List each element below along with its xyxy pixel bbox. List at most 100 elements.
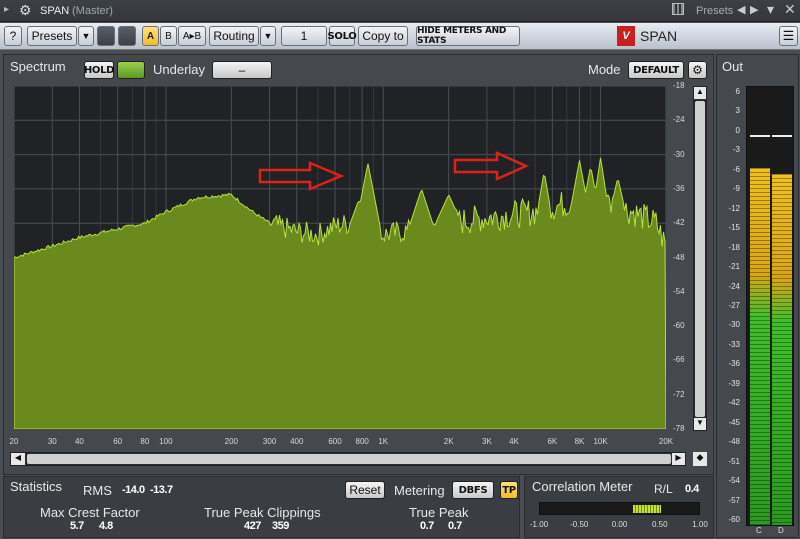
clippings-left-value: 427: [244, 520, 261, 532]
hold-button[interactable]: HOLD: [84, 61, 114, 79]
presets-button[interactable]: Presets: [27, 26, 77, 46]
x-tick-label: 400: [290, 437, 304, 446]
meter-scale-label: 0: [735, 125, 740, 135]
hold-indicator[interactable]: [117, 61, 145, 79]
correlation-scale-label: 0.00: [611, 520, 628, 529]
brand-name: SPAN: [640, 28, 678, 44]
y-tick-label: -66: [673, 355, 685, 365]
presets-title-label[interactable]: Presets: [696, 5, 733, 17]
redo-button[interactable]: [118, 26, 136, 46]
scroll-right-icon[interactable]: ▶: [672, 453, 685, 465]
reset-button[interactable]: Reset: [345, 481, 385, 499]
meter-scale-label: -42: [728, 398, 740, 408]
routing-button[interactable]: Routing: [209, 26, 259, 46]
metering-selector[interactable]: DBFS: [452, 481, 494, 499]
x-tick-label: 100: [159, 437, 173, 446]
meter-scale-label: -27: [728, 301, 740, 310]
correlation-scale-label: 0.50: [651, 520, 668, 529]
presets-dropdown-icon[interactable]: ▼: [78, 26, 94, 46]
y-tick-label: -78: [673, 424, 685, 433]
y-tick-label: -48: [673, 252, 685, 262]
prev-preset-icon[interactable]: ◀: [737, 3, 745, 16]
state-b-button[interactable]: B: [160, 26, 177, 46]
crest-label: Max Crest Factor: [40, 505, 140, 520]
meter-scale-label: -54: [728, 476, 740, 486]
out-meter: [746, 86, 794, 526]
correlation-bar: [539, 502, 700, 515]
close-icon[interactable]: ✕: [784, 1, 796, 18]
x-tick-label: 60: [113, 437, 123, 446]
meter-scale-label: -6: [732, 164, 740, 174]
meter-scale-label: -33: [728, 339, 740, 349]
settings-icon[interactable]: ⚙: [688, 61, 707, 79]
x-tick-label: 2K: [443, 437, 454, 446]
clippings-right-value: 359: [272, 520, 289, 532]
underlay-selector[interactable]: –: [212, 61, 272, 79]
meter-scale-label: -51: [728, 456, 740, 466]
y-tick-label: -60: [673, 321, 685, 331]
mode-selector[interactable]: DEFAULT: [628, 61, 684, 79]
routing-dropdown-icon[interactable]: ▼: [260, 26, 276, 46]
title-bar: ▸ ⚙ SPAN (Master) Presets ◀ ▶ ▾ ✕: [0, 0, 800, 22]
meter-scale-label: -57: [728, 495, 740, 505]
scroll-down-icon[interactable]: ▼: [694, 418, 706, 430]
x-tick-label: 800: [355, 437, 369, 446]
clippings-label: True Peak Clippings: [204, 505, 321, 520]
true-peak-left-value: 0.7: [420, 520, 434, 532]
statistics-title: Statistics: [10, 479, 63, 494]
next-preset-icon[interactable]: ▶: [750, 3, 758, 16]
hscroll-thumb[interactable]: [27, 454, 671, 464]
minimize-icon[interactable]: ▾: [767, 1, 774, 18]
true-peak-right-value: 0.7: [448, 520, 462, 532]
vertical-scrollbar[interactable]: ▲ ▼: [693, 86, 707, 431]
true-peak-toggle[interactable]: TP: [500, 481, 518, 499]
true-peak-label: True Peak: [409, 505, 469, 520]
scroll-left-icon[interactable]: ◀: [11, 453, 25, 465]
scroll-up-icon[interactable]: ▲: [694, 87, 706, 99]
state-a-button[interactable]: A: [142, 26, 159, 46]
help-button[interactable]: ?: [4, 26, 22, 46]
grid-icon[interactable]: [672, 3, 684, 15]
meter-scale-label: -15: [728, 223, 740, 233]
x-tick-label: 20K: [658, 437, 674, 446]
copy-to-button[interactable]: Copy to: [358, 26, 408, 46]
meter-scale-label: -3: [732, 145, 740, 155]
correlation-indicator: [632, 505, 661, 513]
rms-left-value: -14.0: [122, 484, 145, 496]
correlation-scale-label: -1.00: [529, 520, 549, 529]
meter-scale-label: -60: [728, 515, 740, 524]
x-tick-label: 20: [9, 437, 19, 446]
spectrum-graph[interactable]: [14, 86, 666, 429]
peak-marker-right: [772, 135, 792, 138]
y-tick-label: -30: [673, 149, 685, 159]
meter-scale-label: -24: [728, 281, 740, 291]
meter-scale-label: -36: [728, 359, 740, 369]
meter-scale-label: -30: [728, 320, 740, 330]
meter-scale-label: -12: [728, 203, 740, 213]
horizontal-scrollbar[interactable]: ◀ ▶: [10, 452, 686, 466]
undo-button[interactable]: [97, 26, 115, 46]
channel-label-right: D: [778, 526, 784, 535]
arrow-right-icon[interactable]: ▸: [4, 4, 9, 15]
channel-selector[interactable]: 1: [281, 26, 327, 46]
x-tick-label: 4K: [509, 437, 519, 446]
rl-label: R/L: [654, 482, 673, 496]
x-tick-label: 8K: [574, 437, 585, 446]
meter-scale-label: -9: [732, 184, 740, 194]
scroll-thumb[interactable]: [695, 101, 705, 417]
x-tick-label: 10K: [593, 437, 608, 446]
copy-a-to-b-button[interactable]: A▸B: [178, 26, 206, 46]
solo-button[interactable]: SOLO: [327, 26, 357, 46]
gear-icon[interactable]: ⚙: [19, 2, 32, 19]
y-tick-label: -18: [673, 81, 685, 90]
y-tick-label: -24: [673, 115, 685, 125]
voxengo-logo: V: [617, 26, 635, 46]
zoom-reset-icon[interactable]: ◆: [693, 452, 707, 466]
menu-icon[interactable]: ☰: [779, 26, 798, 46]
correlation-scale-label: 1.00: [692, 520, 708, 529]
correlation-title: Correlation Meter: [532, 479, 633, 494]
rl-value: 0.4: [685, 483, 699, 495]
meter-scale-label: -45: [728, 417, 740, 427]
channel-label-left: C: [756, 526, 762, 535]
hide-meters-button[interactable]: HIDE METERS AND STATS: [416, 26, 520, 46]
